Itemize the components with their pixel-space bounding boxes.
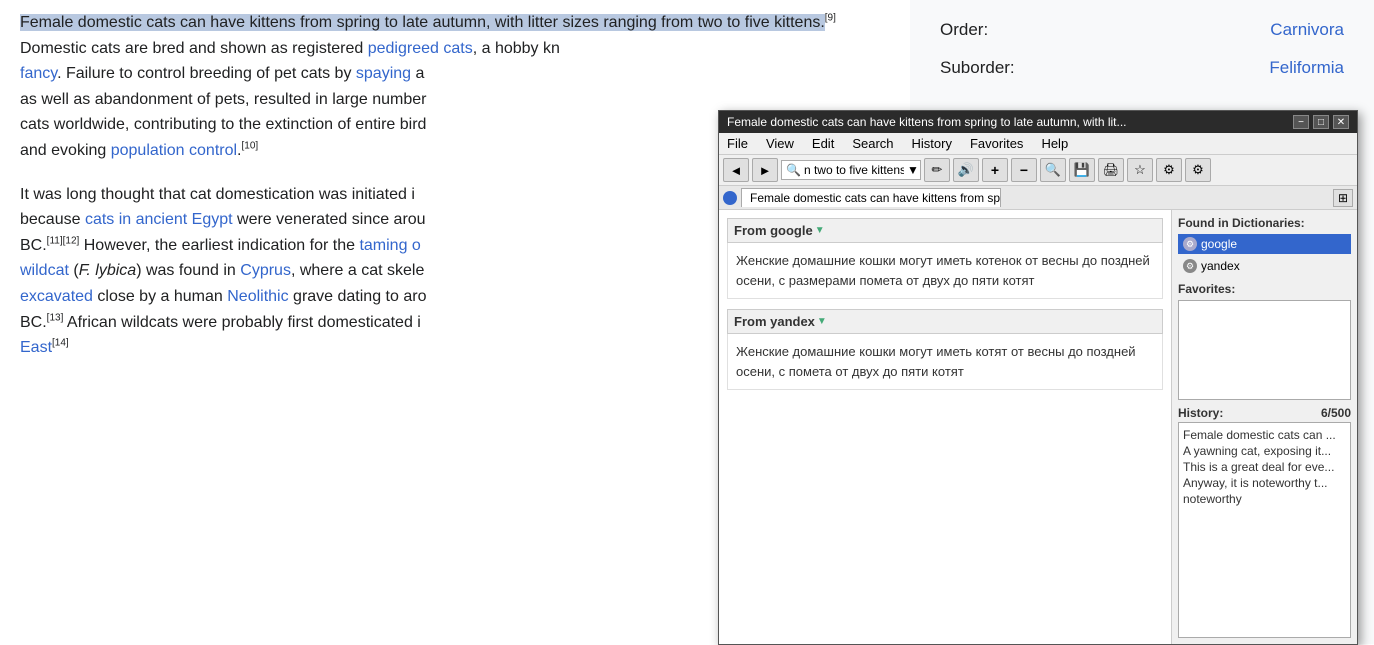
save-button[interactable]: 💾 bbox=[1069, 158, 1095, 182]
history-item-5[interactable]: noteworthy bbox=[1183, 491, 1346, 507]
translation-panel: From google ▼ Женские домашние кошки мог… bbox=[719, 210, 1172, 644]
favorites-section: Favorites: bbox=[1178, 282, 1351, 400]
popup-titlebar-buttons: − □ ✕ bbox=[1293, 115, 1349, 129]
popup-toolbar: ◄ ► 🔍 ▼ ✏ 🔊 + − 🔍 💾 🖨 ☆ ⚙ ⚙ bbox=[719, 155, 1357, 186]
history-item-2[interactable]: A yawning cat, exposing it... bbox=[1183, 443, 1346, 459]
yandex-translation: Женские домашние кошки могут иметь котят… bbox=[727, 334, 1163, 390]
yandex-header[interactable]: From yandex ▼ bbox=[727, 309, 1163, 334]
history-title: History: bbox=[1178, 406, 1223, 420]
menu-favorites[interactable]: Favorites bbox=[966, 135, 1027, 152]
popup-title: Female domestic cats can have kittens fr… bbox=[727, 115, 1293, 129]
popup-content: From google ▼ Женские домашние кошки мог… bbox=[719, 210, 1357, 644]
history-header: History: 6/500 bbox=[1178, 406, 1351, 420]
dict-google-label: google bbox=[1201, 237, 1237, 251]
pencil-button[interactable]: ✏ bbox=[924, 158, 950, 182]
favorites-box bbox=[1178, 300, 1351, 400]
link-cats-egypt[interactable]: cats in ancient Egypt bbox=[85, 211, 233, 228]
link-east[interactable]: East bbox=[20, 339, 52, 356]
zoom-in-button[interactable]: + bbox=[982, 158, 1008, 182]
link-excavated[interactable]: excavated bbox=[20, 288, 93, 305]
history-section: History: 6/500 Female domestic cats can … bbox=[1178, 406, 1351, 638]
found-in-section: Found in Dictionaries: ⚙ google ⚙ yandex bbox=[1178, 216, 1351, 276]
yandex-gear-icon: ⚙ bbox=[1183, 259, 1197, 273]
menu-help[interactable]: Help bbox=[1037, 135, 1072, 152]
history-item-1[interactable]: Female domestic cats can ... bbox=[1183, 427, 1346, 443]
dict-list: ⚙ google ⚙ yandex bbox=[1178, 234, 1351, 276]
menu-search[interactable]: Search bbox=[848, 135, 897, 152]
zoom-out-button[interactable]: − bbox=[1011, 158, 1037, 182]
taxonomy-order-label: Order: bbox=[940, 20, 988, 40]
history-box: Female domestic cats can ... A yawning c… bbox=[1178, 422, 1351, 638]
google-gear-icon: ⚙ bbox=[1183, 237, 1197, 251]
highlighted-text: Female domestic cats can have kittens fr… bbox=[20, 14, 825, 31]
yandex-section: From yandex ▼ Женские домашние кошки мог… bbox=[727, 309, 1163, 390]
link-taming[interactable]: taming o bbox=[359, 237, 420, 254]
history-item-4[interactable]: Anyway, it is noteworthy t... bbox=[1183, 475, 1346, 491]
menu-file[interactable]: File bbox=[723, 135, 752, 152]
restore-button[interactable]: □ bbox=[1313, 115, 1329, 129]
search-icon: 🔍 bbox=[786, 163, 801, 177]
menu-history[interactable]: History bbox=[908, 135, 956, 152]
link-population-control[interactable]: population control bbox=[111, 142, 237, 159]
menu-view[interactable]: View bbox=[762, 135, 798, 152]
dict-item-yandex[interactable]: ⚙ yandex bbox=[1178, 256, 1351, 276]
taxonomy-suborder-value: Feliformia bbox=[1269, 58, 1344, 78]
taxonomy-order-value: Carnivora bbox=[1270, 20, 1344, 40]
tab-favicon bbox=[723, 191, 737, 205]
history-item-3[interactable]: This is a great deal for eve... bbox=[1183, 459, 1346, 475]
popup-titlebar: Female domestic cats can have kittens fr… bbox=[719, 111, 1357, 133]
back-button[interactable]: ◄ bbox=[723, 158, 749, 182]
dict-item-google[interactable]: ⚙ google bbox=[1178, 234, 1351, 254]
settings-button-2[interactable]: ⚙ bbox=[1185, 158, 1211, 182]
google-section: From google ▼ Женские домашние кошки мог… bbox=[727, 218, 1163, 299]
yandex-source-label: From yandex bbox=[734, 314, 815, 329]
find-button[interactable]: 🔍 bbox=[1040, 158, 1066, 182]
popup-window: Female domestic cats can have kittens fr… bbox=[718, 110, 1358, 645]
link-pedigreed-cats[interactable]: pedigreed cats bbox=[368, 40, 473, 57]
close-button[interactable]: ✕ bbox=[1333, 115, 1349, 129]
search-input[interactable] bbox=[804, 163, 904, 177]
minimize-button[interactable]: − bbox=[1293, 115, 1309, 129]
popup-tabbar: Female domestic cats can have kittens fr… bbox=[719, 186, 1357, 210]
popup-menubar: File View Edit Search History Favorites … bbox=[719, 133, 1357, 155]
link-neolithic[interactable]: Neolithic bbox=[227, 288, 288, 305]
link-cyprus[interactable]: Cyprus bbox=[240, 262, 291, 279]
new-window-button[interactable]: ⊞ bbox=[1333, 189, 1353, 207]
dict-yandex-label: yandex bbox=[1201, 259, 1240, 273]
taxonomy-suborder-label: Suborder: bbox=[940, 58, 1015, 78]
print-button[interactable]: 🖨 bbox=[1098, 158, 1124, 182]
favorites-title: Favorites: bbox=[1178, 282, 1351, 296]
dropdown-icon[interactable]: ▼ bbox=[907, 163, 919, 177]
google-source-label: From google bbox=[734, 223, 813, 238]
search-box[interactable]: 🔍 ▼ bbox=[781, 160, 921, 180]
dict-sidebar: Found in Dictionaries: ⚙ google ⚙ yandex… bbox=[1172, 210, 1357, 644]
history-count: 6/500 bbox=[1321, 406, 1351, 420]
found-in-title: Found in Dictionaries: bbox=[1178, 216, 1351, 230]
popup-tab[interactable]: Female domestic cats can have kittens fr… bbox=[741, 188, 1001, 207]
speaker-button[interactable]: 🔊 bbox=[953, 158, 979, 182]
google-triangle-icon: ▼ bbox=[815, 225, 825, 236]
link-spaying[interactable]: spaying bbox=[356, 65, 411, 82]
menu-edit[interactable]: Edit bbox=[808, 135, 838, 152]
google-translation: Женские домашние кошки могут иметь котен… bbox=[727, 243, 1163, 299]
yandex-triangle-icon: ▼ bbox=[817, 316, 827, 327]
link-wildcat[interactable]: wildcat bbox=[20, 262, 69, 279]
taxonomy-row-suborder: Suborder: Feliformia bbox=[940, 58, 1344, 78]
star-button[interactable]: ☆ bbox=[1127, 158, 1153, 182]
google-header[interactable]: From google ▼ bbox=[727, 218, 1163, 243]
settings-button-1[interactable]: ⚙ bbox=[1156, 158, 1182, 182]
tab-title: Female domestic cats can have kittens fr… bbox=[750, 191, 1001, 205]
forward-button[interactable]: ► bbox=[752, 158, 778, 182]
taxonomy-row-order: Order: Carnivora bbox=[940, 20, 1344, 40]
link-fancy[interactable]: fancy bbox=[20, 65, 57, 82]
